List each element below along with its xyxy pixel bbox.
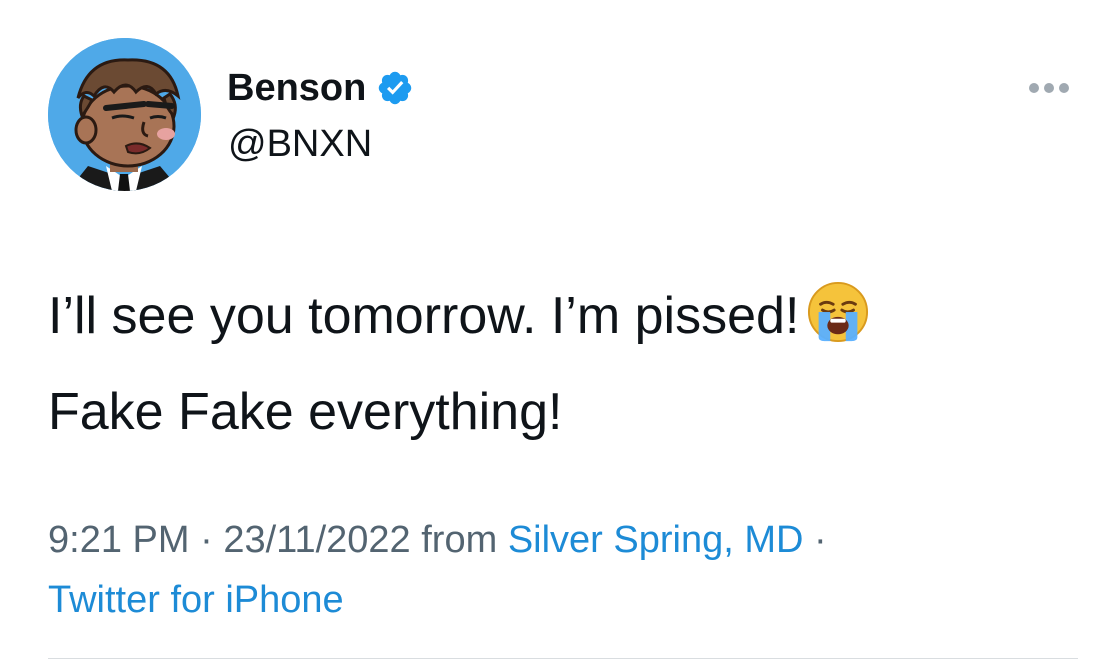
tweet-text: I’ll see you tomorrow. I’m pissed! Fake … <box>48 268 1068 460</box>
location-link[interactable]: Silver Spring, MD <box>508 519 804 561</box>
source-link[interactable]: Twitter for iPhone <box>48 579 344 621</box>
tweet-meta-line-1: 9:21 PM · 23/11/2022 from Silver Spring,… <box>48 510 827 570</box>
from-label: from <box>421 519 498 561</box>
tweet-text-line-1-content: I’ll see you tomorrow. I’m pissed! <box>48 287 800 345</box>
tweet-meta: 9:21 PM · 23/11/2022 from Silver Spring,… <box>48 510 827 630</box>
author-handle[interactable]: @BNXN <box>228 121 372 167</box>
verified-badge-icon <box>376 69 414 107</box>
meta-separator: · <box>814 519 827 561</box>
tweet-text-line-2: Fake Fake everything! <box>48 383 563 441</box>
avatar[interactable] <box>48 38 201 191</box>
more-options-icon[interactable] <box>1024 78 1074 98</box>
avatar-illustration <box>48 38 201 191</box>
tweet-text-line-1: I’ll see you tomorrow. I’m pissed! <box>48 268 1068 364</box>
loudly-crying-face-icon <box>807 278 869 343</box>
tweet-meta-line-2: Twitter for iPhone <box>48 570 827 630</box>
display-name-text: Benson <box>227 67 367 109</box>
meta-separator: · <box>200 519 213 561</box>
author-display-name[interactable]: Benson <box>227 64 414 112</box>
tweet-date[interactable]: 23/11/2022 <box>223 519 410 561</box>
tweet-time[interactable]: 9:21 PM <box>48 519 190 561</box>
divider <box>48 658 1078 659</box>
